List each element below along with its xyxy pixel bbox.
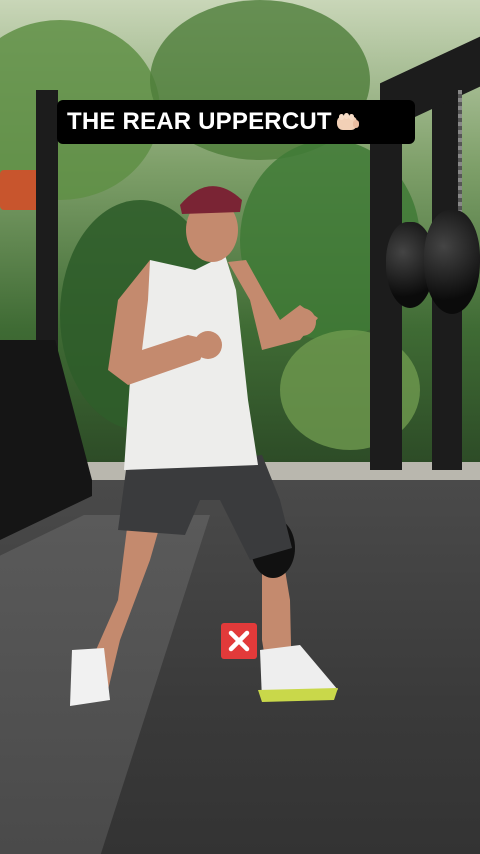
cap: [180, 186, 242, 214]
title-text: THE REAR UPPERCUT: [67, 108, 332, 135]
right-arm: [228, 260, 318, 350]
right-shoe-sole: [258, 688, 338, 702]
cross-mark-glyph: [228, 630, 250, 652]
left-fist: [194, 331, 222, 359]
title-banner: THE REAR UPPERCUT: [57, 100, 415, 144]
right-fist: [288, 308, 316, 336]
cross-mark-icon: [221, 623, 257, 659]
fist-icon: [336, 113, 359, 130]
left-shoe: [70, 648, 110, 706]
